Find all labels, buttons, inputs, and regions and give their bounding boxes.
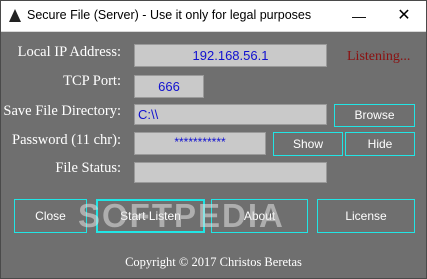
hide-button[interactable]: Hide <box>345 132 415 156</box>
ip-field[interactable]: 192.168.56.1 <box>134 44 327 67</box>
file-status-field <box>134 162 327 183</box>
license-button[interactable]: License <box>317 199 415 233</box>
show-button[interactable]: Show <box>273 132 343 156</box>
password-label: Password (11 chr): <box>12 132 121 148</box>
copyright-text: Copyright © 2017 Christos Beretas <box>125 255 302 269</box>
about-button[interactable]: About <box>211 199 308 233</box>
status-text: Listening... <box>347 49 411 64</box>
title-bar[interactable]: Secure File (Server) - Use it only for l… <box>1 1 426 32</box>
window-title: Secure File (Server) - Use it only for l… <box>27 8 312 22</box>
password-field[interactable]: *********** <box>134 132 266 155</box>
directory-field[interactable]: C:\\ <box>134 104 327 125</box>
port-field[interactable]: 666 <box>134 75 204 98</box>
app-window: Secure File (Server) - Use it only for l… <box>0 0 427 279</box>
minimize-button[interactable]: — <box>337 1 381 31</box>
browse-button[interactable]: Browse <box>334 104 415 127</box>
start-listen-button[interactable]: Start Listen <box>96 199 205 233</box>
app-triangle-icon <box>9 9 21 22</box>
close-window-button[interactable]: ✕ <box>382 1 426 31</box>
close-button[interactable]: Close <box>14 199 87 233</box>
file-status-label: File Status: <box>55 160 121 176</box>
port-label: TCP Port: <box>63 73 121 89</box>
ip-label: Local IP Address: <box>17 44 121 60</box>
directory-label: Save File Directory: <box>3 103 121 119</box>
